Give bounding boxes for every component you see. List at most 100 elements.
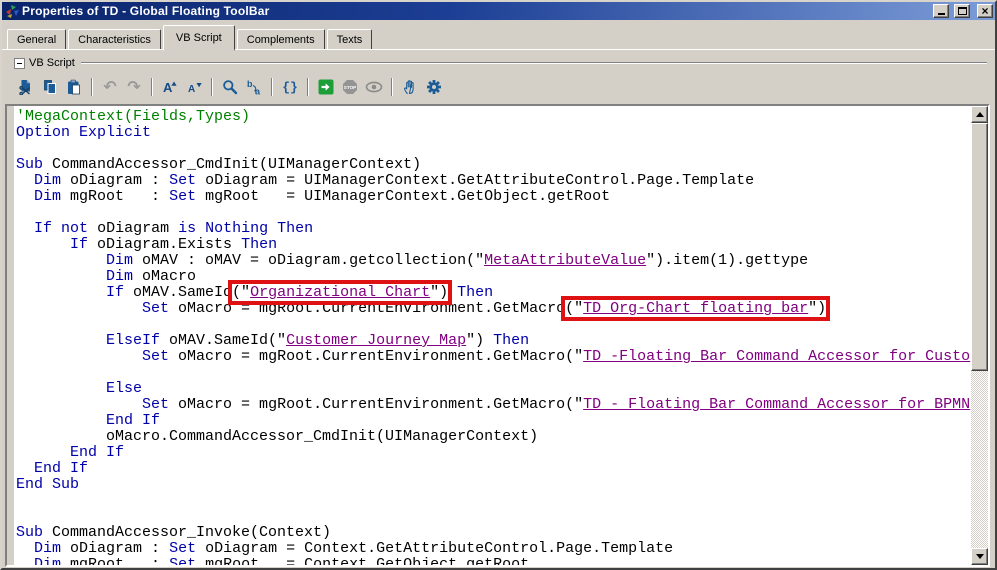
toolbar-separator: [271, 78, 273, 96]
toolbar-separator: [151, 78, 153, 96]
undo-button[interactable]: ↶: [98, 77, 122, 97]
search-button[interactable]: [218, 77, 242, 97]
code-line[interactable]: Else: [16, 381, 971, 397]
close-icon: ×: [978, 5, 992, 17]
decrease-font-button[interactable]: A: [182, 77, 206, 97]
editor-body: 'MegaContext(Fields,Types)Option Explici…: [7, 106, 988, 565]
code-line[interactable]: [16, 141, 971, 157]
code-line[interactable]: [16, 365, 971, 381]
triangle-down-icon: [976, 554, 984, 559]
code-line[interactable]: End If: [16, 413, 971, 429]
code-line[interactable]: If not oDiagram is Nothing Then: [16, 221, 971, 237]
code-line[interactable]: Dim mgRoot : Set mgRoot = Context.GetObj…: [16, 557, 971, 565]
undo-icon: ↶: [103, 79, 116, 95]
settings-button[interactable]: [422, 77, 446, 97]
code-line[interactable]: End If: [16, 445, 971, 461]
code-line[interactable]: If oMAV.SameId("Organizational Chart") T…: [16, 285, 971, 301]
code-line[interactable]: End Sub: [16, 477, 971, 493]
code-line[interactable]: [16, 205, 971, 221]
pan-button[interactable]: [398, 77, 422, 97]
cut-button[interactable]: [14, 77, 38, 97]
vb-script-section-header: VB Script: [2, 50, 995, 69]
watch-button[interactable]: [362, 77, 386, 97]
replace-button[interactable]: b a: [242, 77, 266, 97]
svg-text:b: b: [247, 79, 253, 89]
properties-dialog: Properties of TD - Global Floating ToolB…: [0, 0, 997, 570]
code-line[interactable]: Sub CommandAccessor_CmdInit(UIManagerCon…: [16, 157, 971, 173]
hand-icon: [402, 79, 418, 95]
stop-button[interactable]: STOP: [338, 77, 362, 97]
editor-toolbar: ↶ ↷ A A b a: [14, 76, 995, 98]
toolbar-separator: [391, 78, 393, 96]
copy-button[interactable]: [38, 77, 62, 97]
toolbar-separator: [91, 78, 93, 96]
code-line[interactable]: Dim oDiagram : Set oDiagram = UIManagerC…: [16, 173, 971, 189]
code-line[interactable]: If oDiagram.Exists Then: [16, 237, 971, 253]
paste-icon: [66, 79, 82, 95]
section-rule: [81, 62, 987, 64]
code-line[interactable]: [16, 317, 971, 333]
code-line[interactable]: [16, 509, 971, 525]
code-line[interactable]: [16, 493, 971, 509]
code-line[interactable]: Set oMacro = mgRoot.CurrentEnvironment.G…: [16, 349, 971, 365]
code-line[interactable]: Dim mgRoot : Set mgRoot = UIManagerConte…: [16, 189, 971, 205]
tab-strip: GeneralCharacteristicsVB ScriptComplemen…: [2, 22, 995, 49]
code-line[interactable]: Set oMacro = mgRoot.CurrentEnvironment.G…: [16, 301, 971, 317]
cut-icon: [18, 79, 34, 95]
scrollbar-thumb[interactable]: [971, 123, 988, 371]
scroll-up-button[interactable]: [971, 106, 988, 123]
code-content[interactable]: 'MegaContext(Fields,Types)Option Explici…: [14, 106, 971, 565]
copy-icon: [42, 79, 58, 95]
decrease-font-icon: A: [186, 79, 203, 95]
code-line[interactable]: ElseIf oMAV.SameId("Customer Journey Map…: [16, 333, 971, 349]
code-line[interactable]: Dim oMAV : oMAV = oDiagram.getcollection…: [16, 253, 971, 269]
redo-icon: ↷: [127, 79, 140, 95]
watch-eye-icon: [365, 79, 383, 95]
section-label: VB Script: [29, 57, 75, 69]
maximize-button[interactable]: [954, 4, 970, 18]
increase-font-icon: A: [162, 79, 179, 95]
minimize-button[interactable]: [933, 4, 949, 18]
vb-script-editor: 'MegaContext(Fields,Types)Option Explici…: [5, 104, 990, 567]
code-line[interactable]: End If: [16, 461, 971, 477]
tab-complements[interactable]: Complements: [237, 29, 325, 49]
minimize-icon: [938, 13, 945, 15]
tab-characteristics[interactable]: Characteristics: [68, 29, 161, 49]
paste-button[interactable]: [62, 77, 86, 97]
svg-text:a: a: [255, 87, 261, 96]
svg-text:A: A: [188, 84, 195, 95]
maximize-icon: [958, 7, 967, 15]
tab-texts[interactable]: Texts: [327, 29, 373, 49]
app-icon: [5, 4, 19, 18]
collapse-icon[interactable]: [14, 58, 25, 69]
redo-button[interactable]: ↷: [122, 77, 146, 97]
braces-icon: {}: [282, 80, 298, 95]
scroll-down-button[interactable]: [971, 548, 988, 565]
braces-button[interactable]: {}: [278, 77, 302, 97]
replace-icon: b a: [246, 79, 262, 95]
close-button[interactable]: ×: [977, 4, 993, 18]
tab-general[interactable]: General: [7, 29, 66, 49]
increase-font-button[interactable]: A: [158, 77, 182, 97]
triangle-up-icon: [976, 112, 984, 117]
code-line[interactable]: oMacro.CommandAccessor_CmdInit(UIManager…: [16, 429, 971, 445]
stop-icon: STOP: [342, 79, 358, 95]
toolbar-separator: [211, 78, 213, 96]
title-bar: Properties of TD - Global Floating ToolB…: [2, 2, 995, 20]
svg-text:STOP: STOP: [344, 85, 356, 90]
editor-margin: [7, 106, 14, 565]
code-line[interactable]: 'MegaContext(Fields,Types): [16, 109, 971, 125]
code-line[interactable]: Option Explicit: [16, 125, 971, 141]
code-line[interactable]: Dim oMacro: [16, 269, 971, 285]
tab-vb-script[interactable]: VB Script: [163, 25, 235, 51]
gear-icon: [426, 79, 442, 95]
run-button[interactable]: [314, 77, 338, 97]
code-line[interactable]: Sub CommandAccessor_Invoke(Context): [16, 525, 971, 541]
vertical-scrollbar[interactable]: [971, 106, 988, 565]
search-icon: [222, 79, 238, 95]
code-line[interactable]: Set oMacro = mgRoot.CurrentEnvironment.G…: [16, 397, 971, 413]
toolbar-separator: [307, 78, 309, 96]
window-title: Properties of TD - Global Floating ToolB…: [22, 4, 928, 18]
code-line[interactable]: Dim oDiagram : Set oDiagram = Context.Ge…: [16, 541, 971, 557]
svg-text:A: A: [163, 80, 173, 95]
